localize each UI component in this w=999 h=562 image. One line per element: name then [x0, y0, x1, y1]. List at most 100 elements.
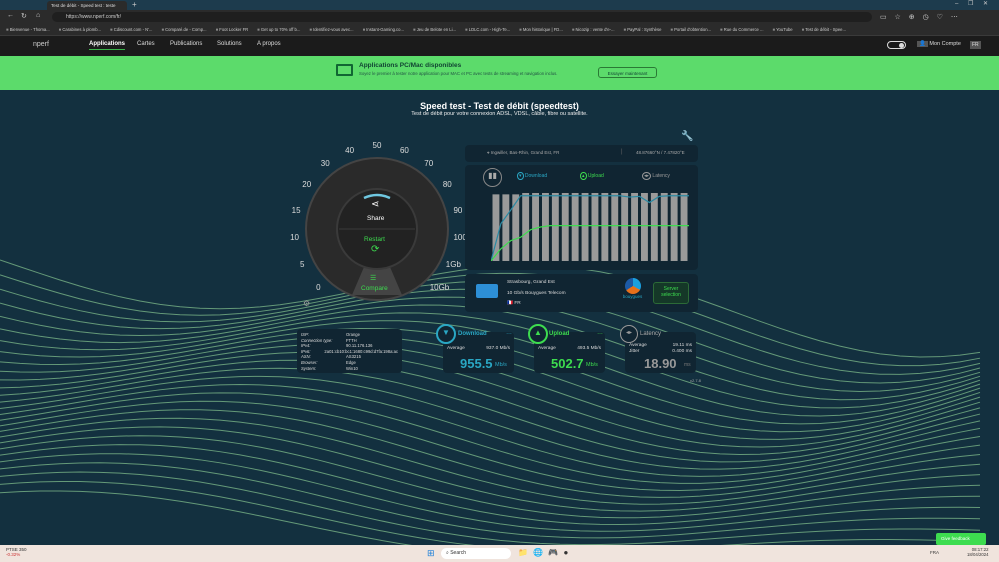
share-button[interactable]: Share [367, 215, 384, 222]
theme-toggle[interactable] [887, 41, 906, 49]
speed-chart [491, 193, 689, 261]
legend-upload[interactable]: ▴ Upload [580, 172, 604, 180]
nav-applications[interactable]: Applications [89, 41, 126, 50]
bookmark-item[interactable]: Test de débit - Spee... [802, 27, 846, 32]
feedback-button[interactable]: Give feedback [936, 533, 986, 545]
gauge-tick-label: 90 [453, 205, 463, 215]
restart-icon[interactable]: ⟳ [371, 244, 379, 255]
latency-average-label: Average [629, 343, 647, 348]
location-bar: ⌖ Ingwiller, Bas-Rhin, Grand Est, FR | 4… [465, 145, 698, 162]
chart-bar [641, 193, 648, 261]
legend-download[interactable]: ▾ Download [517, 172, 547, 180]
browser-toolbar-icons[interactable]: ▭ ☆ ⊕ ◷ ♡ ⋯ [880, 13, 958, 21]
bookmark-item[interactable]: Rue du Commerce ... [720, 27, 764, 32]
nav-solutions[interactable]: Solutions [217, 41, 242, 47]
bookmark-item[interactable]: Cdiscount.com - N'... [110, 27, 153, 32]
upload-icon: ▴ [580, 172, 587, 180]
upload-line [491, 225, 689, 261]
bookmark-item[interactable]: Bienvenue - Thoma... [6, 27, 50, 32]
latency-icon: ◂▸ [620, 325, 638, 343]
chart-icon[interactable]: ▮▮ [483, 168, 502, 187]
server-city: Strasbourg, Grand Est [507, 280, 555, 285]
chart-bar [631, 193, 638, 261]
gauge-tick-label: 40 [345, 145, 355, 155]
start-icon[interactable]: ⊞ [427, 548, 435, 559]
gauge-tick-label: 5 [299, 260, 305, 269]
browser-tab[interactable]: Test de débit - Speed test : teste [47, 1, 127, 10]
nav-publications[interactable]: Publications [170, 41, 202, 47]
bookmark-item[interactable]: YouTube [773, 27, 792, 32]
new-tab-button[interactable]: + [132, 0, 137, 9]
gauge-tick-label: 10Gb [429, 282, 450, 292]
chart-bar [522, 193, 530, 261]
upload-average-value: 493.5 Mb/s [577, 346, 601, 351]
taskbar-search[interactable]: ⌕ Search [441, 548, 511, 559]
gauge-tick-label: 60 [399, 145, 409, 155]
monitor-icon [336, 64, 353, 76]
wave-line [0, 384, 981, 477]
chart-bar [512, 194, 520, 261]
share-icon[interactable]: ⋖ [371, 199, 379, 210]
bookmark-item[interactable]: LDLC.com - High-Te... [465, 27, 510, 32]
wrench-icon[interactable]: 🔧 [681, 131, 693, 142]
download-line [491, 195, 689, 261]
gauge-tick-label: 100 [453, 233, 467, 243]
gauge-tick-label: 20 [302, 179, 312, 189]
bookmark-item[interactable]: Mon historique | FD... [519, 27, 563, 32]
wave-line [0, 453, 981, 532]
chart-bar [551, 193, 559, 261]
upload-value: 502.7 [551, 356, 584, 371]
chart-bar [581, 193, 589, 261]
nav-a-propos[interactable]: A propos [257, 41, 281, 47]
latency-unit: ms [684, 362, 691, 368]
gauge-tick-label: 1Gb [445, 260, 461, 269]
window-controls[interactable]: – ❐ ✕ [955, 0, 988, 7]
account-link[interactable]: 👤 Mon Compte [917, 41, 961, 47]
try-now-button[interactable]: Essayer maintenant [598, 67, 657, 78]
chart-bar [532, 193, 539, 261]
bookmark-item[interactable]: PayPal : Synthèse [624, 27, 661, 32]
upload-unit: Mb/s [586, 362, 598, 368]
compare-button[interactable]: Compare [361, 285, 388, 292]
home-icon[interactable]: ⌂ [36, 12, 40, 19]
nav-cartes[interactable]: Cartes [137, 41, 155, 47]
stock-widget[interactable]: PTSE 350 -0.32% [6, 547, 27, 557]
bookmark-item[interactable]: Foot Locker FR [216, 27, 248, 32]
language-indicator[interactable]: FRA [930, 550, 939, 555]
download-more-button[interactable]: … [506, 330, 512, 336]
url-input[interactable]: https://www.nperf.com/fr/ [52, 12, 872, 22]
info-label: System: [301, 365, 317, 371]
upload-more-button[interactable]: … [597, 330, 603, 336]
info-value: Win10 [346, 365, 358, 371]
divider: | [621, 149, 623, 155]
bookmark-item[interactable]: Comparé.de - Comp... [161, 27, 206, 32]
download-label: Download [458, 331, 487, 337]
server-panel: Strasbourg, Grand Est 10 Gb/s Bouygues T… [465, 274, 698, 312]
gauge-tick-label: 50 [372, 141, 382, 150]
back-icon[interactable]: ← [7, 12, 14, 19]
refresh-icon[interactable]: ↻ [21, 12, 27, 20]
bookmark-item[interactable]: Identifiez-vous avec... [309, 27, 354, 32]
gauge-tick-label: 30 [320, 159, 330, 169]
page-subtitle: Test de débit pour votre connexion ADSL,… [411, 111, 588, 117]
settings-gear-icon[interactable]: ⚙ [303, 299, 310, 308]
restart-button[interactable]: Restart [364, 236, 385, 243]
bookmark-item[interactable]: Get up to 70% off b... [257, 27, 301, 32]
taskbar-apps[interactable]: 📁 🌐 🎮 ● [518, 548, 568, 557]
chart-bar [660, 193, 668, 261]
connection-info: ISP: Orange Connection type: FTTH IPv4: 90.11… [297, 329, 402, 373]
clock[interactable]: 08:17:22 18/04/2024 [967, 547, 989, 557]
chart-bar [611, 193, 619, 261]
chart-bar [621, 193, 629, 261]
banner-title: Applications PC/Mac disponibles [359, 62, 462, 69]
nperf-logo[interactable]: nperf [33, 41, 49, 48]
bookmark-item[interactable]: Portail d'obtention... [670, 27, 711, 32]
bookmark-item[interactable]: Nicozip : vente d'e-... [572, 27, 615, 32]
server-selection-button[interactable]: Server selection [653, 282, 689, 304]
bookmark-item[interactable]: Carabines à plomb... [59, 27, 101, 32]
bookmark-item[interactable]: Instant-Gaming.co... [363, 27, 404, 32]
language-button[interactable]: FR [970, 41, 981, 49]
chart-bar [601, 193, 609, 261]
bookmark-item[interactable]: Jeu de Belote en Li... [413, 27, 456, 32]
legend-latency[interactable]: ◂▸ Latency [642, 172, 670, 180]
